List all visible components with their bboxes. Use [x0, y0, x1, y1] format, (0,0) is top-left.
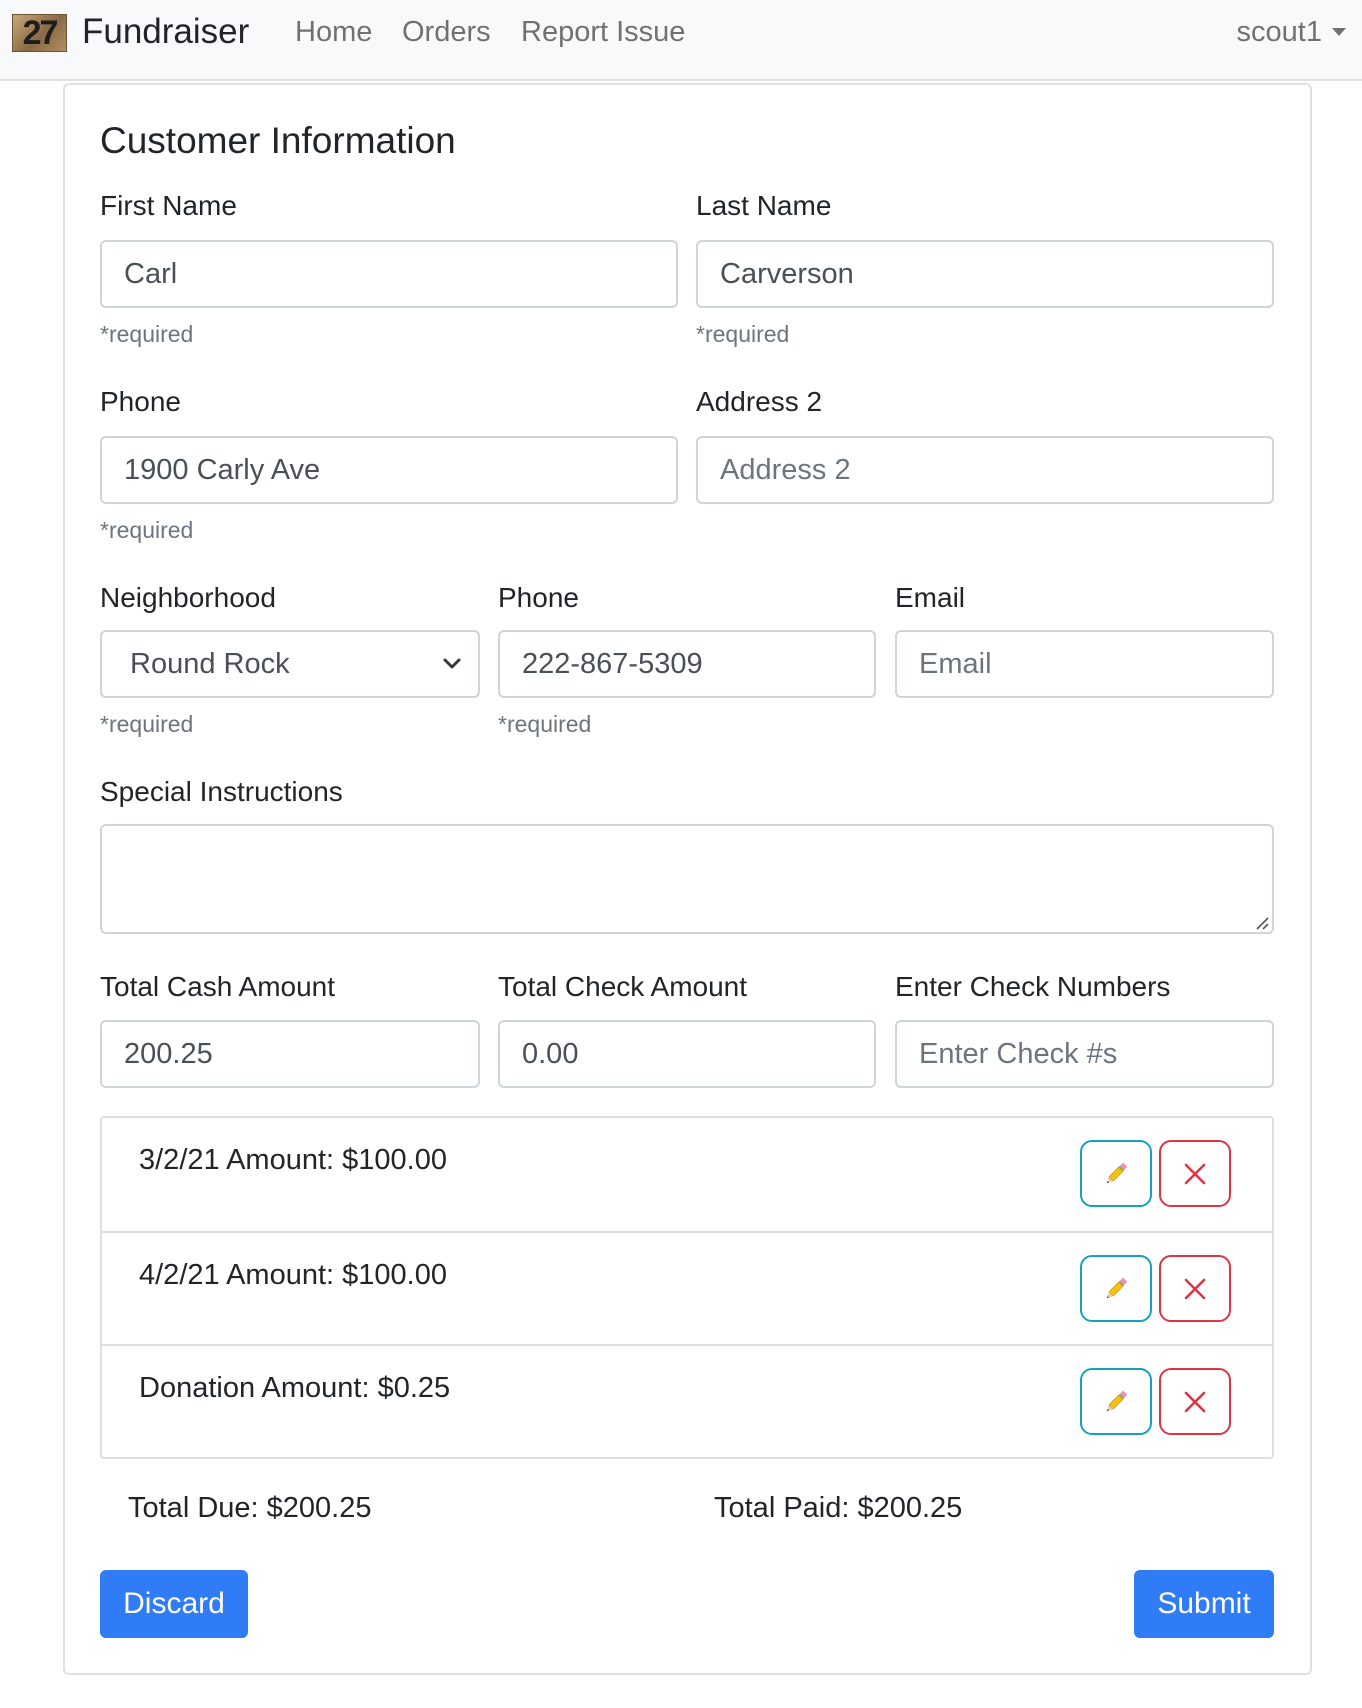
nav-link-orders[interactable]: Orders: [402, 14, 491, 50]
list-item: 3/2/21 Amount: $100.00: [102, 1118, 1272, 1231]
delete-button[interactable]: [1159, 1368, 1231, 1435]
nav-link-home[interactable]: Home: [295, 14, 372, 50]
phone-input[interactable]: [498, 630, 876, 698]
edit-button[interactable]: [1080, 1368, 1152, 1435]
edit-button[interactable]: [1080, 1140, 1152, 1207]
x-icon: [1184, 1163, 1206, 1184]
list-item-text: 4/2/21 Amount: $100.00: [139, 1259, 447, 1291]
list-item: 4/2/21 Amount: $100.00: [102, 1231, 1272, 1344]
navbar: 27 Fundraiser Home Orders Report Issue s…: [0, 0, 1362, 81]
email-label: Email: [895, 582, 966, 613]
email-input[interactable]: [895, 630, 1274, 698]
submit-button[interactable]: Submit: [1134, 1570, 1274, 1638]
user-menu[interactable]: scout1: [1237, 14, 1346, 50]
discard-button[interactable]: Discard: [100, 1570, 248, 1638]
brand-logo[interactable]: 27: [12, 14, 67, 52]
address2-input[interactable]: [696, 436, 1274, 504]
delete-button[interactable]: [1159, 1255, 1231, 1322]
neighborhood-label: Neighborhood: [100, 582, 276, 613]
phone-label: Phone: [498, 582, 579, 613]
last-name-input[interactable]: [696, 240, 1274, 308]
chevron-down-icon: [443, 658, 461, 669]
check-amount-label: Total Check Amount: [498, 971, 748, 1002]
nav-link-report-issue[interactable]: Report Issue: [521, 14, 685, 50]
address2-label: Address 2: [696, 386, 823, 417]
address1-help: *required: [100, 517, 194, 543]
cash-amount-input[interactable]: [100, 1020, 480, 1088]
neighborhood-selected-value: Round Rock: [130, 647, 290, 680]
neighborhood-select[interactable]: Round Rock: [100, 630, 480, 698]
x-icon: [1184, 1278, 1206, 1299]
brand-name[interactable]: Fundraiser: [82, 10, 249, 54]
resize-grip-icon[interactable]: [1253, 914, 1269, 930]
cash-amount-label: Total Cash Amount: [100, 971, 336, 1002]
list-item-text: 3/2/21 Amount: $100.00: [139, 1144, 447, 1176]
check-amount-input[interactable]: [498, 1020, 876, 1088]
phone-help: *required: [498, 711, 592, 737]
first-name-label: First Name: [100, 190, 237, 221]
edit-button[interactable]: [1080, 1255, 1152, 1322]
payment-list: 3/2/21 Amount: $100.00 4/2/21 Amount: $1…: [100, 1116, 1274, 1459]
last-name-help: *required: [696, 321, 790, 347]
address1-input[interactable]: [100, 436, 678, 504]
pencil-icon: [1106, 1277, 1128, 1298]
total-paid: Total Paid: $200.25: [714, 1492, 963, 1524]
last-name-label: Last Name: [696, 190, 832, 221]
caret-down-icon: [1332, 28, 1346, 36]
neighborhood-help: *required: [100, 711, 194, 737]
check-numbers-label: Enter Check Numbers: [895, 971, 1171, 1002]
special-instructions-label: Special Instructions: [100, 776, 343, 807]
total-due: Total Due: $200.25: [128, 1492, 372, 1524]
check-numbers-input[interactable]: [895, 1020, 1274, 1088]
pencil-icon: [1106, 1390, 1128, 1411]
special-instructions-textarea[interactable]: [100, 824, 1274, 934]
user-name: scout1: [1236, 16, 1322, 48]
pencil-icon: [1106, 1162, 1128, 1183]
first-name-help: *required: [100, 321, 194, 347]
first-name-input[interactable]: [100, 240, 678, 308]
list-item: Donation Amount: $0.25: [102, 1344, 1272, 1457]
address1-label: Phone: [100, 386, 181, 417]
x-icon: [1184, 1391, 1206, 1412]
page-title: Customer Information: [100, 120, 456, 161]
list-item-text: Donation Amount: $0.25: [139, 1372, 451, 1404]
delete-button[interactable]: [1159, 1140, 1231, 1207]
